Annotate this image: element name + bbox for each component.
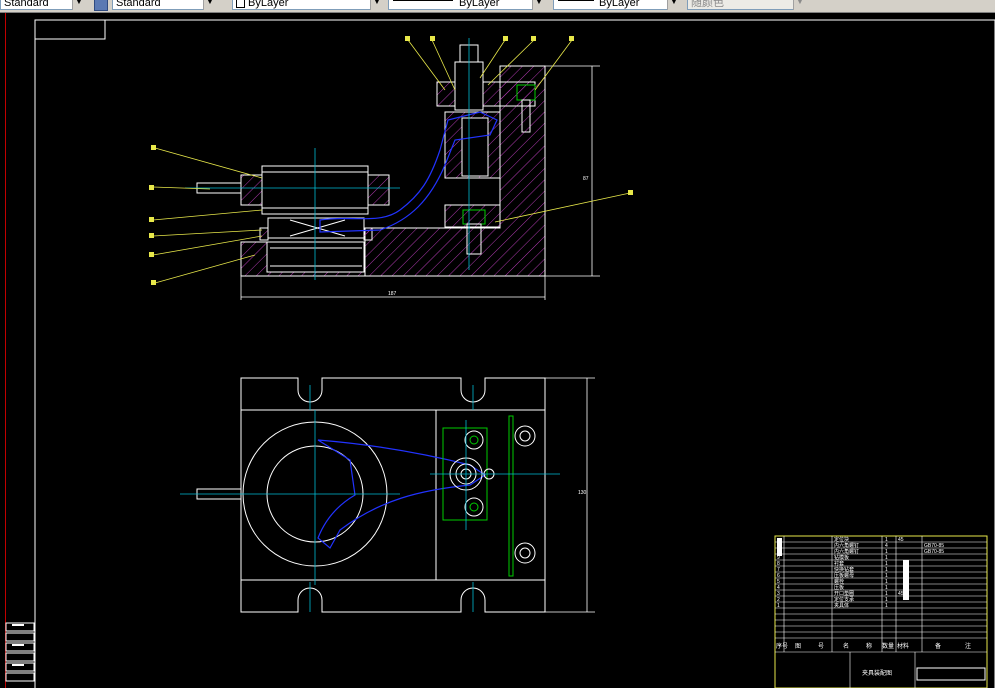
color-select[interactable]: ByLayer	[232, 0, 382, 10]
lineweight-value: ByLayer	[599, 0, 640, 9]
linetype-select[interactable]: ByLayer	[388, 0, 544, 10]
tb-header-title: 称	[866, 642, 872, 650]
chevron-down-icon[interactable]: ▼	[72, 0, 85, 10]
dim-style-value: Standard	[116, 0, 161, 9]
front-view: 187 87	[149, 36, 633, 300]
tb-header-drawing: 图	[795, 643, 801, 650]
chevron-down-icon[interactable]: ▼	[203, 0, 216, 10]
tb-row-name: 压板螺母	[834, 572, 854, 579]
chevron-down-icon[interactable]: ▼	[793, 0, 806, 10]
tb-header-name: 名	[843, 642, 849, 650]
tb-row-name: 定位支承	[834, 596, 854, 603]
dim-style-select[interactable]: Standard	[112, 0, 212, 10]
tb-header-material: 材料	[897, 642, 909, 650]
chevron-down-icon[interactable]: ▼	[532, 0, 545, 10]
tb-row-name: 内六角螺钉	[834, 542, 859, 549]
fixture-plan-outline	[240, 377, 546, 613]
tb-row-material: 45	[898, 537, 904, 543]
tb-header-qty: 数量	[882, 642, 894, 650]
tb-header-number: 号	[818, 643, 824, 650]
dim-style-icon[interactable]	[94, 0, 108, 11]
tb-header-no: 序号	[776, 642, 788, 650]
linetype-value: ByLayer	[459, 0, 500, 9]
locating-seat	[266, 241, 365, 273]
tb-row-name: 快换钻套	[834, 566, 854, 573]
tb-row-name: 螺栓	[834, 578, 844, 585]
linetype-sample	[393, 0, 453, 1]
lineweight-sample	[558, 0, 594, 1]
dim-width-text: 187	[388, 291, 397, 297]
drill-plate	[436, 81, 536, 107]
dim-plan-height-text: 130	[578, 490, 587, 496]
plot-style-select[interactable]: 随颜色	[687, 0, 805, 10]
plot-style-value: 随颜色	[691, 0, 724, 9]
tb-row-name: 衬套	[834, 560, 844, 567]
tb-row-note: GB70-85	[924, 549, 944, 555]
tb-row-name: 压板	[834, 584, 844, 591]
drawing-canvas[interactable]: 187 87 130 序号 图 号 名 称 数量 材料 备 注 夹具装配图 定位…	[0, 13, 995, 688]
chevron-down-icon[interactable]: ▼	[667, 0, 680, 10]
left-stamp-blocks	[5, 622, 35, 682]
tb-row-material: 45	[898, 591, 904, 597]
text-style-value: Standard	[4, 0, 49, 9]
tb-row-no: 1	[777, 603, 780, 609]
plan-view: 130	[180, 377, 595, 613]
tb-header-note2: 注	[965, 642, 971, 650]
chevron-down-icon[interactable]: ▼	[370, 0, 383, 10]
text-style-select[interactable]: Standard	[0, 0, 78, 10]
tb-row-name: 夹具体	[834, 602, 849, 609]
properties-toolbar: Standard ▼ Standard ▼ ByLayer ▼ ByLayer …	[0, 0, 995, 13]
drawing-number-box	[34, 19, 106, 40]
tb-row-name: 开口垫圈	[834, 590, 854, 597]
dim-height-text: 87	[583, 176, 589, 182]
tb-row-name: 钻模板	[834, 554, 849, 561]
tb-header-note1: 备	[935, 642, 941, 650]
tb-part-name: 夹具装配图	[862, 669, 892, 677]
lineweight-select[interactable]: ByLayer	[553, 0, 679, 10]
title-block: 序号 图 号 名 称 数量 材料 备 注 夹具装配图 定位块 1 45内六角螺钉 4 G…	[774, 535, 988, 688]
tb-row-name: 内六角螺钉	[834, 548, 859, 555]
color-swatch-icon	[236, 0, 245, 8]
tb-row-name: 定位块	[834, 536, 849, 543]
tb-row-qty: 1	[885, 603, 888, 609]
color-value: ByLayer	[248, 0, 289, 9]
